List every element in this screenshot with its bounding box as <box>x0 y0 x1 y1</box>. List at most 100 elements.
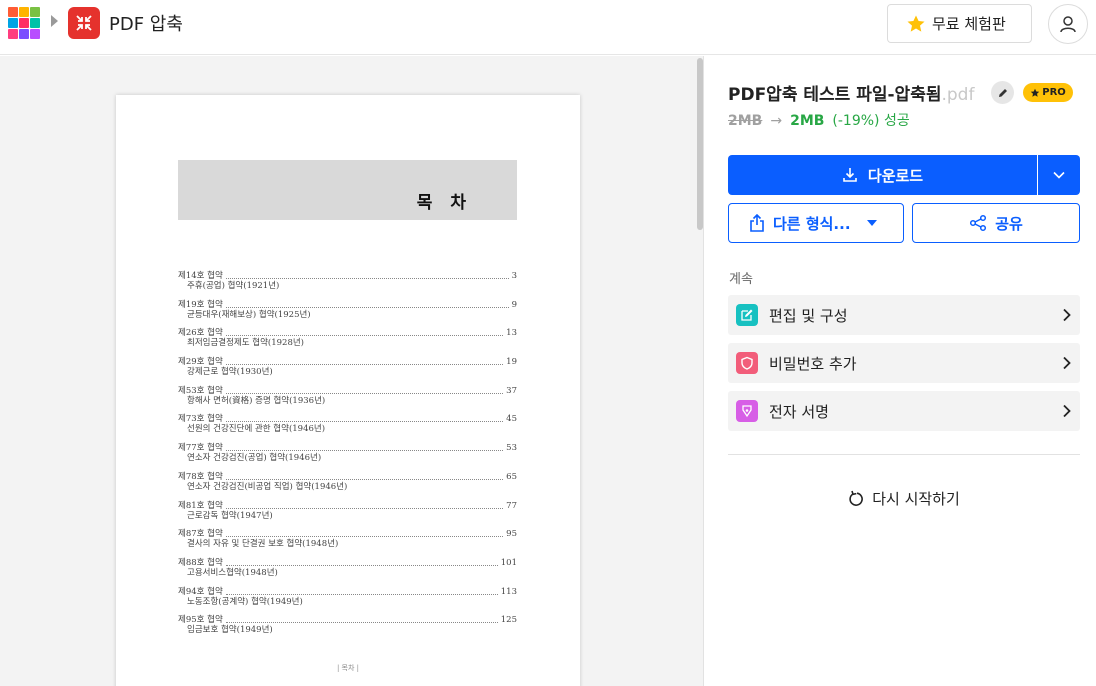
toc-entry-title: 제19호 협약 <box>178 299 223 310</box>
toc-entry-subtitle: 임금보호 협약(1949년) <box>187 625 273 636</box>
toc-entry: 제19호 협약 9 균등대우(재해보상) 협약(1925년) <box>178 300 517 329</box>
section-divider <box>728 454 1080 455</box>
pdf-compress-app-icon[interactable] <box>68 7 100 39</box>
toc-entry-page: 65 <box>506 471 517 482</box>
download-button[interactable]: 다운로드 <box>728 155 1037 195</box>
add-password-item[interactable]: 비밀번호 추가 <box>728 343 1080 383</box>
toc-entry-title: 제78호 협약 <box>178 471 223 482</box>
toc-entry-subtitle: 연소자 건강검진(비공업 직업) 협약(1946년) <box>187 481 348 492</box>
viewer-scrollbar[interactable] <box>696 56 703 686</box>
toc-entry-subtitle: 선원의 건강진단에 관한 협약(1946년) <box>187 424 326 435</box>
breadcrumb-arrow-icon <box>51 15 58 27</box>
file-title: PDF압축 테스트 파일-압축됨.pdf <box>728 80 974 105</box>
toc-leader-dots <box>225 364 504 366</box>
toc-leader-dots <box>225 450 504 452</box>
star-icon <box>1030 88 1040 97</box>
toc-entry-title: 제14호 협약 <box>178 271 223 281</box>
chevron-right-icon <box>1054 356 1080 370</box>
toc-entry-title: 제87호 협약 <box>178 529 223 540</box>
toc-entry-page: 101 <box>500 557 517 568</box>
toc-leader-dots <box>225 507 504 509</box>
pdf-page-preview: 목 차 제14호 협약 3 주휴(공업) 협약(1921년) 제19호 협약 9 균등대우… <box>116 95 580 686</box>
e-signature-item[interactable]: 전자 서명 <box>728 391 1080 431</box>
user-profile-button[interactable] <box>1048 4 1088 44</box>
toc-leader-dots <box>225 478 504 480</box>
toc-title: 목 차 <box>416 193 472 213</box>
logo-cell <box>19 29 29 39</box>
toc-entry: 제73호 협약 45 선원의 건강진단에 관한 협약(1946년) <box>178 414 517 443</box>
share-button[interactable]: 공유 <box>912 203 1080 243</box>
logo-cell <box>30 18 40 28</box>
chevron-right-icon <box>1054 404 1080 418</box>
toc-entry-page: 19 <box>506 357 517 368</box>
toc-entry-subtitle: 결사의 자유 및 단결권 보호 협약(1948년) <box>187 539 339 550</box>
logo-cell <box>8 7 18 17</box>
toc-entry-title: 제73호 협약 <box>178 414 223 425</box>
logo-cell <box>30 7 40 17</box>
logo-cell <box>19 18 29 28</box>
toc-entry: 제29호 협약 19 강제근로 협약(1930년) <box>178 357 517 386</box>
export-icon <box>750 214 764 232</box>
logo-cell <box>19 7 29 17</box>
pen-nib-icon <box>736 400 758 422</box>
user-icon <box>1060 16 1076 33</box>
edit-organize-item[interactable]: 편집 및 구성 <box>728 295 1080 335</box>
toc-entry-title: 제81호 협약 <box>178 500 223 511</box>
toc-entry-title: 제77호 협약 <box>178 443 223 454</box>
chevron-down-icon <box>1053 171 1065 179</box>
download-label: 다운로드 <box>867 166 924 185</box>
toc-entry-subtitle: 항해사 면허(資格) 증명 협약(1936년) <box>187 395 326 406</box>
page-footer: | 목차 | <box>336 664 360 672</box>
toc-leader-dots <box>225 335 504 337</box>
toc-entry-subtitle: 노동조항(공계약) 협약(1949년) <box>187 596 303 607</box>
toc-list: 제14호 협약 3 주휴(공업) 협약(1921년) 제19호 협약 9 균등대우(재해보… <box>178 271 517 644</box>
toc-entry: 제94호 협약 113 노동조항(공계약) 협약(1949년) <box>178 587 517 616</box>
edit-icon <box>736 304 758 326</box>
add-password-label: 비밀번호 추가 <box>769 354 857 373</box>
download-options-button[interactable] <box>1038 155 1080 195</box>
toc-entry-page: 3 <box>511 271 517 281</box>
compress-arrows-icon <box>76 15 92 31</box>
toc-entry-subtitle: 균등대우(재해보상) 협약(1925년) <box>187 309 311 320</box>
toc-leader-dots <box>225 392 504 394</box>
pro-badge: PRO <box>1023 83 1073 102</box>
toc-entry-title: 제88호 협약 <box>178 557 223 568</box>
compression-result: (-19%) 성공 <box>832 113 910 129</box>
download-icon <box>843 168 857 182</box>
pro-label: PRO <box>1042 87 1066 98</box>
scrollbar-thumb[interactable] <box>697 58 703 230</box>
edit-organize-label: 편집 및 구성 <box>769 306 848 325</box>
toc-entry: 제87호 협약 95 결사의 자유 및 단결권 보호 협약(1948년) <box>178 529 517 558</box>
toc-entry-subtitle: 최저임금결정제도 협약(1928년) <box>187 338 304 349</box>
toc-leader-dots <box>225 622 498 624</box>
toc-entry: 제26호 협약 13 최저임금결정제도 협약(1928년) <box>178 328 517 357</box>
apps-grid-icon[interactable] <box>8 7 40 39</box>
result-panel: PDF압축 테스트 파일-압축됨.pdf PRO 2MB → 2MB (-19%) 성… <box>705 56 1096 686</box>
toc-entry-page: 77 <box>506 500 517 511</box>
shield-icon <box>736 352 758 374</box>
caret-down-icon <box>866 220 877 226</box>
original-size: 2MB <box>728 113 763 129</box>
file-name: PDF압축 테스트 파일-압축됨 <box>728 85 942 105</box>
toc-entry-subtitle: 고용서비스협약(1948년) <box>187 567 278 578</box>
toc-leader-dots <box>225 421 504 423</box>
rename-button[interactable] <box>991 81 1014 104</box>
toc-entry-page: 13 <box>506 328 517 339</box>
toc-leader-dots <box>225 306 509 308</box>
toc-entry-title: 제53호 협약 <box>178 385 223 396</box>
toc-entry-page: 45 <box>506 414 517 425</box>
restart-icon <box>849 490 864 506</box>
convert-format-button[interactable]: 다른 형식... <box>728 203 904 243</box>
continue-section-label: 계속 <box>729 272 753 287</box>
toc-entry: 제53호 협약 37 항해사 면허(資格) 증명 협약(1936년) <box>178 386 517 415</box>
toc-entry: 제95호 협약 125 임금보호 협약(1949년) <box>178 615 517 644</box>
free-trial-button[interactable]: 무료 체험판 <box>887 4 1032 43</box>
restart-button[interactable]: 다시 시작하기 <box>728 488 1080 509</box>
document-viewer[interactable]: 목 차 제14호 협약 3 주휴(공업) 협약(1921년) 제19호 협약 9 균등대우… <box>0 56 704 686</box>
toc-entry: 제78호 협약 65 연소자 건강검진(비공업 직업) 협약(1946년) <box>178 472 517 501</box>
logo-cell <box>8 29 18 39</box>
toc-entry-page: 95 <box>506 529 517 540</box>
file-extension: .pdf <box>941 85 975 105</box>
toc-entry-page: 53 <box>506 443 517 454</box>
share-icon <box>970 214 987 232</box>
